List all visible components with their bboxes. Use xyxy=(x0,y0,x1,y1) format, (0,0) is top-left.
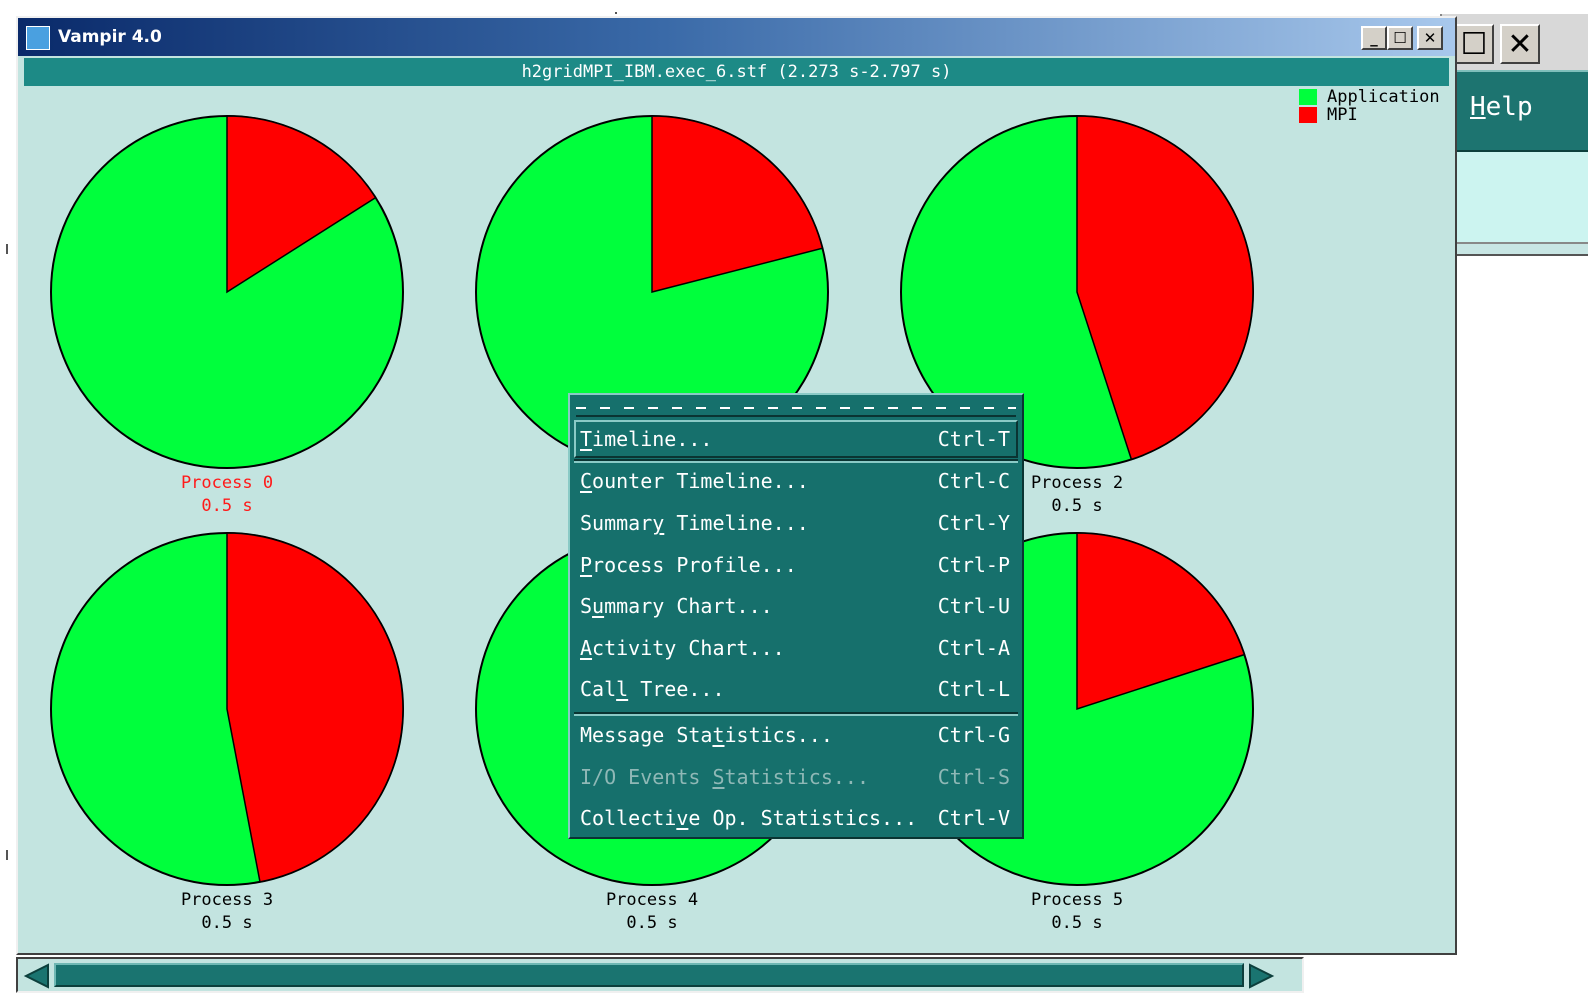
scroll-thumb[interactable] xyxy=(54,963,1244,987)
menu-item-shortcut: Ctrl-C xyxy=(937,469,1010,493)
menu-item-label: I/O Events Statistics... xyxy=(580,765,869,789)
stray-mark xyxy=(615,12,617,14)
menu-item-shortcut: Ctrl-S xyxy=(937,765,1010,789)
menu-item-shortcut: Ctrl-A xyxy=(937,636,1010,660)
menu-item-shortcut: Ctrl-G xyxy=(937,723,1010,747)
menu-item-shortcut: Ctrl-L xyxy=(937,677,1010,701)
menu-item-label: Activity Chart... xyxy=(580,636,785,660)
pie-label: Process 0 0.5 s xyxy=(127,472,327,518)
menu-item-message-statistics[interactable]: Message Statistics... Ctrl-G xyxy=(574,716,1018,754)
process-duration: 0.5 s xyxy=(1051,913,1103,933)
menu-item-i-o-events-statistics: I/O Events Statistics... Ctrl-S xyxy=(574,758,1018,796)
menu-item-label: Summary Timeline... xyxy=(580,511,809,535)
stray-mark xyxy=(6,850,8,860)
process-duration: 0.5 s xyxy=(201,496,253,516)
menu-item-shortcut: Ctrl-P xyxy=(937,553,1010,577)
pie-label: Process 3 0.5 s xyxy=(127,889,327,935)
menu-item-label: Message Statistics... xyxy=(580,723,833,747)
menu-item-label: Collective Op. Statistics... xyxy=(580,806,918,830)
menu-item-shortcut: Ctrl-V xyxy=(937,806,1010,830)
menu-item-summary-timeline[interactable]: Summary Timeline... Ctrl-Y xyxy=(574,504,1018,542)
menu-item-process-profile[interactable]: Process Profile... Ctrl-P xyxy=(574,546,1018,584)
stray-mark xyxy=(6,244,8,254)
menu-item-label: Counter Timeline... xyxy=(580,469,809,493)
background-titlebar: ☐ ✕ xyxy=(1442,14,1588,70)
menu-tearoff[interactable] xyxy=(576,401,1016,417)
scroll-right-icon[interactable] xyxy=(1246,963,1276,989)
pie-label: Process 4 0.5 s xyxy=(552,889,752,935)
menu-item-call-tree[interactable]: Call Tree... Ctrl-L xyxy=(574,670,1018,708)
menu-item-activity-chart[interactable]: Activity Chart... Ctrl-A xyxy=(574,629,1018,667)
display-context-menu: Timeline... Ctrl-T Counter Timeline... Ctrl… xyxy=(568,393,1024,839)
menu-item-label: Summary Chart... xyxy=(580,594,773,618)
process-name: Process 3 xyxy=(180,890,274,910)
menu-item-label: Process Profile... xyxy=(580,553,797,577)
process-duration: 0.5 s xyxy=(201,913,253,933)
background-window: ☐ ✕ Help xyxy=(1440,14,1588,256)
process-name: Process 5 xyxy=(1030,890,1124,910)
menu-item-collective-op-statistics[interactable]: Collective Op. Statistics... Ctrl-V xyxy=(574,799,1018,837)
background-close-icon[interactable]: ✕ xyxy=(1500,24,1540,64)
menu-item-counter-timeline[interactable]: Counter Timeline... Ctrl-C xyxy=(574,462,1018,500)
menu-item-label: Call Tree... xyxy=(580,677,725,701)
background-panel xyxy=(1442,152,1588,244)
menu-item-shortcut: Ctrl-U xyxy=(937,594,1010,618)
pie-slice-mpi[interactable] xyxy=(226,532,404,883)
pie-label: Process 5 0.5 s xyxy=(977,889,1177,935)
menu-item-summary-chart[interactable]: Summary Chart... Ctrl-U xyxy=(574,587,1018,625)
menu-item-timeline[interactable]: Timeline... Ctrl-T xyxy=(574,420,1018,458)
process-duration: 0.5 s xyxy=(626,913,678,933)
background-menubar: Help xyxy=(1442,70,1588,152)
menu-item-label: Timeline... xyxy=(580,427,713,451)
process-name: Process 0 xyxy=(180,473,274,493)
help-menu[interactable]: Help xyxy=(1470,92,1533,122)
scroll-left-icon[interactable] xyxy=(22,963,52,989)
horizontal-scrollbar[interactable] xyxy=(16,957,1304,993)
process-name: Process 4 xyxy=(605,890,699,910)
menu-item-shortcut: Ctrl-T xyxy=(937,427,1010,451)
pie-process-0[interactable] xyxy=(50,115,404,469)
pie-process-3[interactable] xyxy=(50,532,404,886)
menu-item-shortcut: Ctrl-Y xyxy=(937,511,1010,535)
background-maximize-icon[interactable]: ☐ xyxy=(1454,24,1494,64)
